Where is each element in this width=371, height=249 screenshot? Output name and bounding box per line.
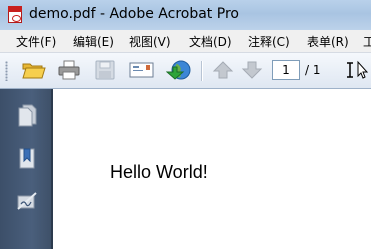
- menu-bar: 文件(F) 编辑(E) 视图(V) 文档(D) 注释(C) 表单(R) 工: [0, 30, 371, 53]
- menu-forms[interactable]: 表单(R): [307, 33, 349, 50]
- menu-view[interactable]: 视图(V): [129, 33, 171, 50]
- collaborate-globe-icon[interactable]: [166, 59, 191, 81]
- page-total: / 1: [305, 63, 321, 77]
- toolbar-grip[interactable]: [5, 61, 8, 81]
- pages-icon[interactable]: [14, 102, 40, 128]
- document-text: Hello World!: [110, 162, 208, 182]
- window-title: demo.pdf - Adobe Acrobat Pro: [29, 6, 239, 22]
- signatures-icon[interactable]: [14, 188, 40, 214]
- document-page[interactable]: Hello World!: [53, 89, 371, 249]
- menu-file[interactable]: 文件(F): [16, 33, 56, 50]
- menu-document[interactable]: 文档(D): [189, 33, 232, 50]
- menu-comments[interactable]: 注释(C): [248, 33, 290, 50]
- page-number-input[interactable]: [272, 60, 300, 80]
- navigation-pane: [0, 89, 53, 249]
- acrobat-pdf-icon: [8, 6, 22, 23]
- menu-edit[interactable]: 编辑(E): [73, 33, 114, 50]
- title-bar: demo.pdf - Adobe Acrobat Pro: [0, 0, 371, 30]
- previous-page-icon[interactable]: [211, 59, 235, 81]
- email-icon[interactable]: [129, 59, 154, 81]
- select-text-icon[interactable]: [344, 59, 368, 81]
- open-folder-icon[interactable]: [21, 59, 46, 81]
- save-icon[interactable]: [93, 59, 117, 81]
- next-page-icon[interactable]: [240, 59, 264, 81]
- print-icon[interactable]: [57, 59, 81, 81]
- bookmarks-icon[interactable]: [14, 145, 40, 171]
- menu-tools-truncated[interactable]: 工: [363, 33, 371, 50]
- toolbar-separator: [201, 61, 202, 81]
